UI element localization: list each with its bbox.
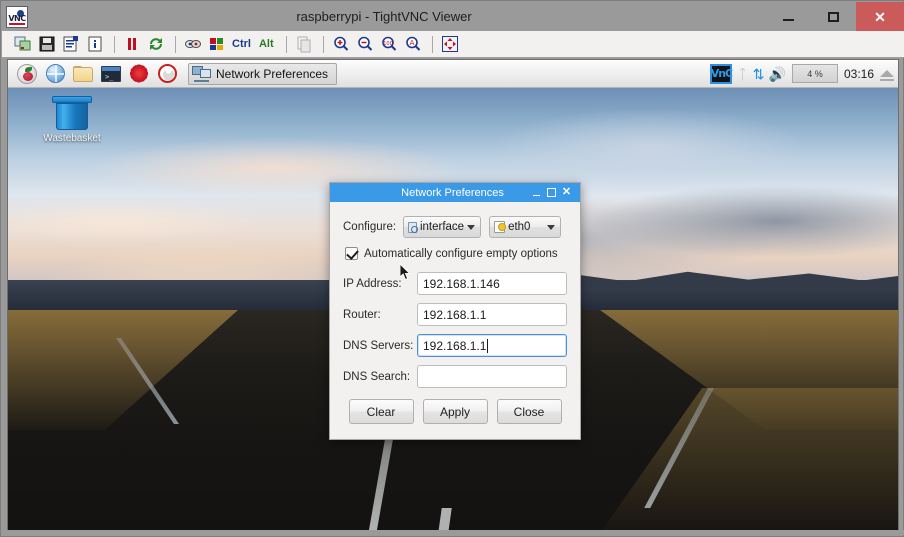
close-button[interactable]: ✕ <box>856 2 904 31</box>
toolbar-separator <box>175 35 176 53</box>
dns-search-label: DNS Search: <box>343 370 411 383</box>
file-manager-icon[interactable] <box>70 62 96 86</box>
terminal-icon[interactable]: >_ <box>98 62 124 86</box>
dns-servers-row: DNS Servers: 192.168.1.1 <box>343 334 567 357</box>
ip-address-value: 192.168.1.146 <box>423 276 500 291</box>
configure-row: Configure: interface eth0 <box>343 216 567 238</box>
toolbar-separator <box>114 35 115 53</box>
auto-configure-checkbox[interactable] <box>345 247 358 260</box>
toolbar-separator <box>431 35 433 53</box>
dialog-button-row: Clear Apply Close <box>343 399 567 424</box>
alt-key-toggle[interactable]: Alt <box>257 38 276 50</box>
ip-address-input[interactable]: 192.168.1.146 <box>417 272 567 295</box>
dialog-minimize-button[interactable] <box>529 183 544 202</box>
wastebasket-glyph <box>52 96 92 130</box>
maximize-button[interactable] <box>811 2 856 31</box>
transfer-files-icon[interactable] <box>293 33 315 55</box>
bluetooth-icon[interactable]: ᛏ <box>738 67 746 81</box>
refresh-icon[interactable] <box>145 33 167 55</box>
dns-search-row: DNS Search: <box>343 365 567 388</box>
wastebasket-icon[interactable]: Wastebasket <box>38 96 106 152</box>
remote-desktop-view[interactable]: Wastebasket >_ Network Preferences VnC ᛏ… <box>7 59 899 532</box>
system-tray: VnC ᛏ ⇅ 🔊 4 % 03:16 <box>710 63 898 84</box>
taskbar-item-network-preferences[interactable]: Network Preferences <box>188 62 338 85</box>
close-button[interactable]: Close <box>496 399 562 424</box>
configure-type-value: interface <box>419 221 465 233</box>
wastebasket-label: Wastebasket <box>43 133 101 144</box>
apply-button[interactable]: Apply <box>422 399 488 424</box>
zoom-in-icon[interactable] <box>330 33 352 55</box>
dialog-body: Configure: interface eth0 Automatically <box>330 202 580 424</box>
send-ctrl-alt-del-icon[interactable] <box>206 33 228 55</box>
window-titlebar: VNC raspberrypi - TightVNC Viewer ✕ <box>2 2 904 31</box>
close-icon: ✕ <box>874 8 886 25</box>
auto-configure-label: Automatically configure empty options <box>364 247 558 260</box>
router-input[interactable]: 192.168.1.1 <box>417 303 567 326</box>
dns-servers-value: 192.168.1.1 <box>423 338 487 353</box>
minimize-button[interactable] <box>766 2 811 31</box>
window-title: raspberrypi - TightVNC Viewer <box>296 9 472 24</box>
text-caret <box>487 338 489 353</box>
pause-icon[interactable] <box>121 33 143 55</box>
tightvnc-logo-text: VNC <box>8 13 26 23</box>
launcher-bar: >_ Network Preferences <box>8 62 338 86</box>
volume-icon[interactable]: 🔊 <box>769 67 786 81</box>
cpu-usage-value: 4 % <box>807 68 823 79</box>
toolbar-separator <box>285 35 287 53</box>
eject-icon[interactable] <box>880 70 894 81</box>
chevron-down-icon <box>467 224 476 230</box>
svg-text:100: 100 <box>383 41 393 47</box>
network-updown-icon[interactable]: ⇅ <box>753 67 765 81</box>
clock[interactable]: 03:16 <box>844 67 874 81</box>
fullscreen-icon[interactable] <box>439 33 461 55</box>
network-preferences-icon <box>192 65 211 82</box>
viewer-toolbar: Ctrl Alt 100 A <box>2 31 904 58</box>
vnc-server-icon[interactable]: VnC <box>710 63 733 84</box>
dialog-maximize-button[interactable] <box>544 183 559 202</box>
tightvnc-viewer-window: VNC raspberrypi - TightVNC Viewer ✕ Ctrl… <box>0 0 904 537</box>
connection-options-icon[interactable] <box>60 33 82 55</box>
dns-servers-label: DNS Servers: <box>343 339 414 352</box>
wolfram-icon[interactable] <box>154 62 180 86</box>
raspberry-menu-icon[interactable] <box>14 62 40 86</box>
configure-target-value: eth0 <box>508 221 531 233</box>
interface-icon <box>408 221 418 233</box>
dns-servers-input[interactable]: 192.168.1.1 <box>417 334 567 357</box>
lxpanel-taskbar: >_ Network Preferences VnC ᛏ ⇅ 🔊 4 % 03:… <box>8 60 898 88</box>
router-value: 192.168.1.1 <box>423 307 487 322</box>
configure-label: Configure: <box>343 221 397 233</box>
toolbar-separator <box>322 35 324 53</box>
device-icon <box>494 221 507 233</box>
clear-button[interactable]: Clear <box>348 399 414 424</box>
tightvnc-logo-icon: VNC <box>6 5 28 28</box>
dialog-titlebar[interactable]: Network Preferences ✕ <box>330 183 580 202</box>
viewer-statusbar <box>2 530 904 535</box>
zoom-auto-icon[interactable]: A <box>402 33 424 55</box>
zoom-out-icon[interactable] <box>354 33 376 55</box>
router-label: Router: <box>343 308 381 321</box>
dns-search-input[interactable] <box>417 365 567 388</box>
router-row: Router: 192.168.1.1 <box>343 303 567 326</box>
ctrl-key-toggle[interactable]: Ctrl <box>230 38 253 50</box>
connection-info-icon[interactable] <box>84 33 106 55</box>
zoom-100-icon[interactable]: 100 <box>378 33 400 55</box>
auto-configure-row[interactable]: Automatically configure empty options <box>345 247 567 260</box>
send-keys-icon[interactable] <box>182 33 204 55</box>
dialog-close-button[interactable]: ✕ <box>559 183 574 202</box>
web-browser-icon[interactable] <box>42 62 68 86</box>
network-preferences-dialog: Network Preferences ✕ Configure: interfa… <box>329 182 581 440</box>
cpu-usage-monitor[interactable]: 4 % <box>791 64 838 83</box>
mouse-cursor <box>399 262 411 281</box>
configure-type-dropdown[interactable]: interface <box>403 216 482 238</box>
window-controls: ✕ <box>766 2 904 31</box>
new-connection-icon[interactable] <box>12 33 34 55</box>
ip-address-row: IP Address: 192.168.1.146 <box>343 272 567 295</box>
taskbar-item-label: Network Preferences <box>216 66 329 81</box>
mathematica-icon[interactable] <box>126 62 152 86</box>
chevron-down-icon <box>547 224 556 230</box>
dialog-title: Network Preferences <box>401 186 504 199</box>
svg-text:A: A <box>409 39 414 47</box>
configure-target-dropdown[interactable]: eth0 <box>489 216 562 238</box>
save-session-icon[interactable] <box>36 33 58 55</box>
